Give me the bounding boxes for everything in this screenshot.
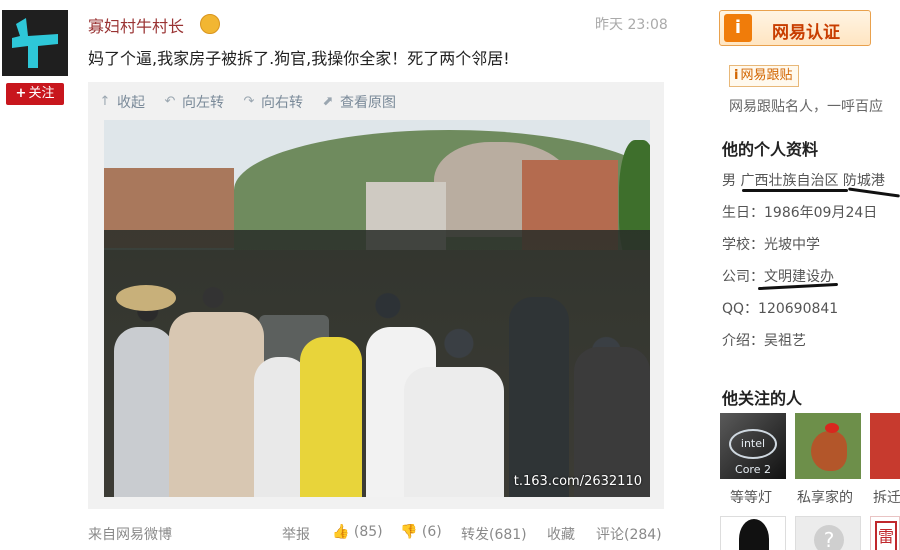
netease-cert-badge[interactable]: i 网易认证 bbox=[719, 10, 871, 46]
follow-tag-label: 网易跟贴 bbox=[740, 68, 793, 83]
following-name[interactable]: 等等灯 bbox=[730, 487, 772, 507]
post-media: ↑ 收起 ↶ 向左转 ↷ 向右转 ⬈ 查看原图 t.163.com/2632110 bbox=[88, 82, 664, 509]
rooster-icon bbox=[811, 431, 847, 471]
following-name[interactable]: 拆迁 bbox=[873, 487, 900, 507]
photo-person bbox=[404, 367, 504, 497]
view-original-label: 查看原图 bbox=[340, 95, 396, 111]
dislike-button[interactable]: 👎 (6) bbox=[400, 524, 442, 540]
report-link[interactable]: 举报 bbox=[282, 524, 310, 544]
post-photo[interactable]: t.163.com/2632110 bbox=[104, 120, 650, 497]
following-avatar[interactable] bbox=[720, 516, 786, 550]
following-avatar[interactable]: ? bbox=[795, 516, 861, 550]
repost-link[interactable]: 转发(681) bbox=[461, 524, 527, 544]
following-name[interactable]: 私享家的 bbox=[797, 487, 853, 507]
follow-post-tag[interactable]: i 网易跟贴 bbox=[729, 65, 800, 87]
user-avatar[interactable] bbox=[2, 10, 68, 76]
thumbs-down-icon: 👎 bbox=[400, 524, 418, 540]
default-avatar-icon: ? bbox=[814, 525, 844, 550]
rotate-right-button[interactable]: ↷ 向右转 bbox=[242, 92, 303, 112]
post-source-link[interactable]: 来自网易微博 bbox=[88, 524, 172, 544]
photo-watermark: t.163.com/2632110 bbox=[513, 474, 642, 489]
avatar-graphic bbox=[12, 18, 58, 68]
follow-tag-description: 网易跟贴名人，一呼百应 bbox=[729, 99, 883, 115]
profile-qq: QQ：120690841 bbox=[722, 301, 839, 317]
rooster-comb bbox=[825, 423, 839, 433]
photo-person bbox=[509, 297, 569, 497]
post-text: 妈了个逼,我家房子被拆了.狗官,我操你全家！死了两个邻居! bbox=[88, 49, 510, 68]
profile-gender-location[interactable]: 男 广西壮族自治区 防城港 bbox=[722, 170, 885, 190]
photo-person bbox=[169, 312, 264, 497]
seal-stamp-icon: 雷 bbox=[875, 521, 897, 550]
like-count: (85) bbox=[353, 524, 383, 540]
image-toolbar: ↑ 收起 ↶ 向左转 ↷ 向右转 ⬈ 查看原图 bbox=[98, 92, 396, 112]
following-avatar[interactable]: 雷 bbox=[870, 516, 900, 550]
rotate-left-button[interactable]: ↶ 向左转 bbox=[163, 92, 224, 112]
profile-school[interactable]: 学校：光坡中学 bbox=[722, 234, 820, 254]
collect-link[interactable]: 收藏 bbox=[547, 524, 575, 544]
collapse-label: 收起 bbox=[117, 95, 145, 111]
like-button[interactable]: 👍 (85) bbox=[332, 524, 383, 540]
profile-intro: 介绍：吴祖艺 bbox=[722, 333, 806, 349]
follow-button[interactable]: + 关注 bbox=[6, 83, 64, 105]
post-username[interactable]: 寡妇村牛村长 bbox=[88, 13, 184, 37]
external-view-icon: ⬈ bbox=[322, 94, 334, 109]
cert-label: 网易认证 bbox=[772, 23, 840, 43]
follow-button-label: 关注 bbox=[28, 86, 55, 101]
following-avatar[interactable] bbox=[795, 413, 861, 479]
portrait-icon bbox=[739, 519, 769, 550]
following-title: 他关注的人 bbox=[722, 389, 803, 408]
rotate-right-label: 向右转 bbox=[261, 95, 303, 111]
thumbs-up-icon: 👍 bbox=[332, 524, 350, 540]
profile-birthday: 生日：1986年09月24日 bbox=[722, 205, 878, 221]
following-avatar[interactable]: intel Core 2 bbox=[720, 413, 786, 479]
rotate-right-icon: ↷ bbox=[243, 94, 255, 109]
comment-link[interactable]: 评论(284) bbox=[596, 524, 662, 544]
rotate-left-label: 向左转 bbox=[182, 95, 224, 111]
rotate-left-icon: ↶ bbox=[164, 94, 176, 109]
intel-logo-icon: intel Core 2 bbox=[729, 429, 777, 476]
photo-person bbox=[114, 327, 174, 497]
arrow-up-icon: ↑ bbox=[99, 94, 111, 109]
profile-title: 他的个人资料 bbox=[722, 140, 819, 159]
photo-straw-hat bbox=[116, 285, 176, 311]
view-original-button[interactable]: ⬈ 查看原图 bbox=[321, 92, 396, 112]
following-avatar[interactable] bbox=[870, 413, 900, 479]
dislike-count: (6) bbox=[421, 524, 442, 540]
verified-star-icon bbox=[200, 14, 220, 34]
info-small-icon: i bbox=[734, 68, 739, 83]
collapse-button[interactable]: ↑ 收起 bbox=[98, 92, 145, 112]
handdrawn-underline bbox=[742, 189, 848, 192]
post-timestamp[interactable]: 昨天 23:08 bbox=[595, 14, 668, 34]
info-icon: i bbox=[724, 14, 752, 42]
photo-person bbox=[300, 337, 362, 497]
plus-icon: + bbox=[15, 86, 27, 101]
